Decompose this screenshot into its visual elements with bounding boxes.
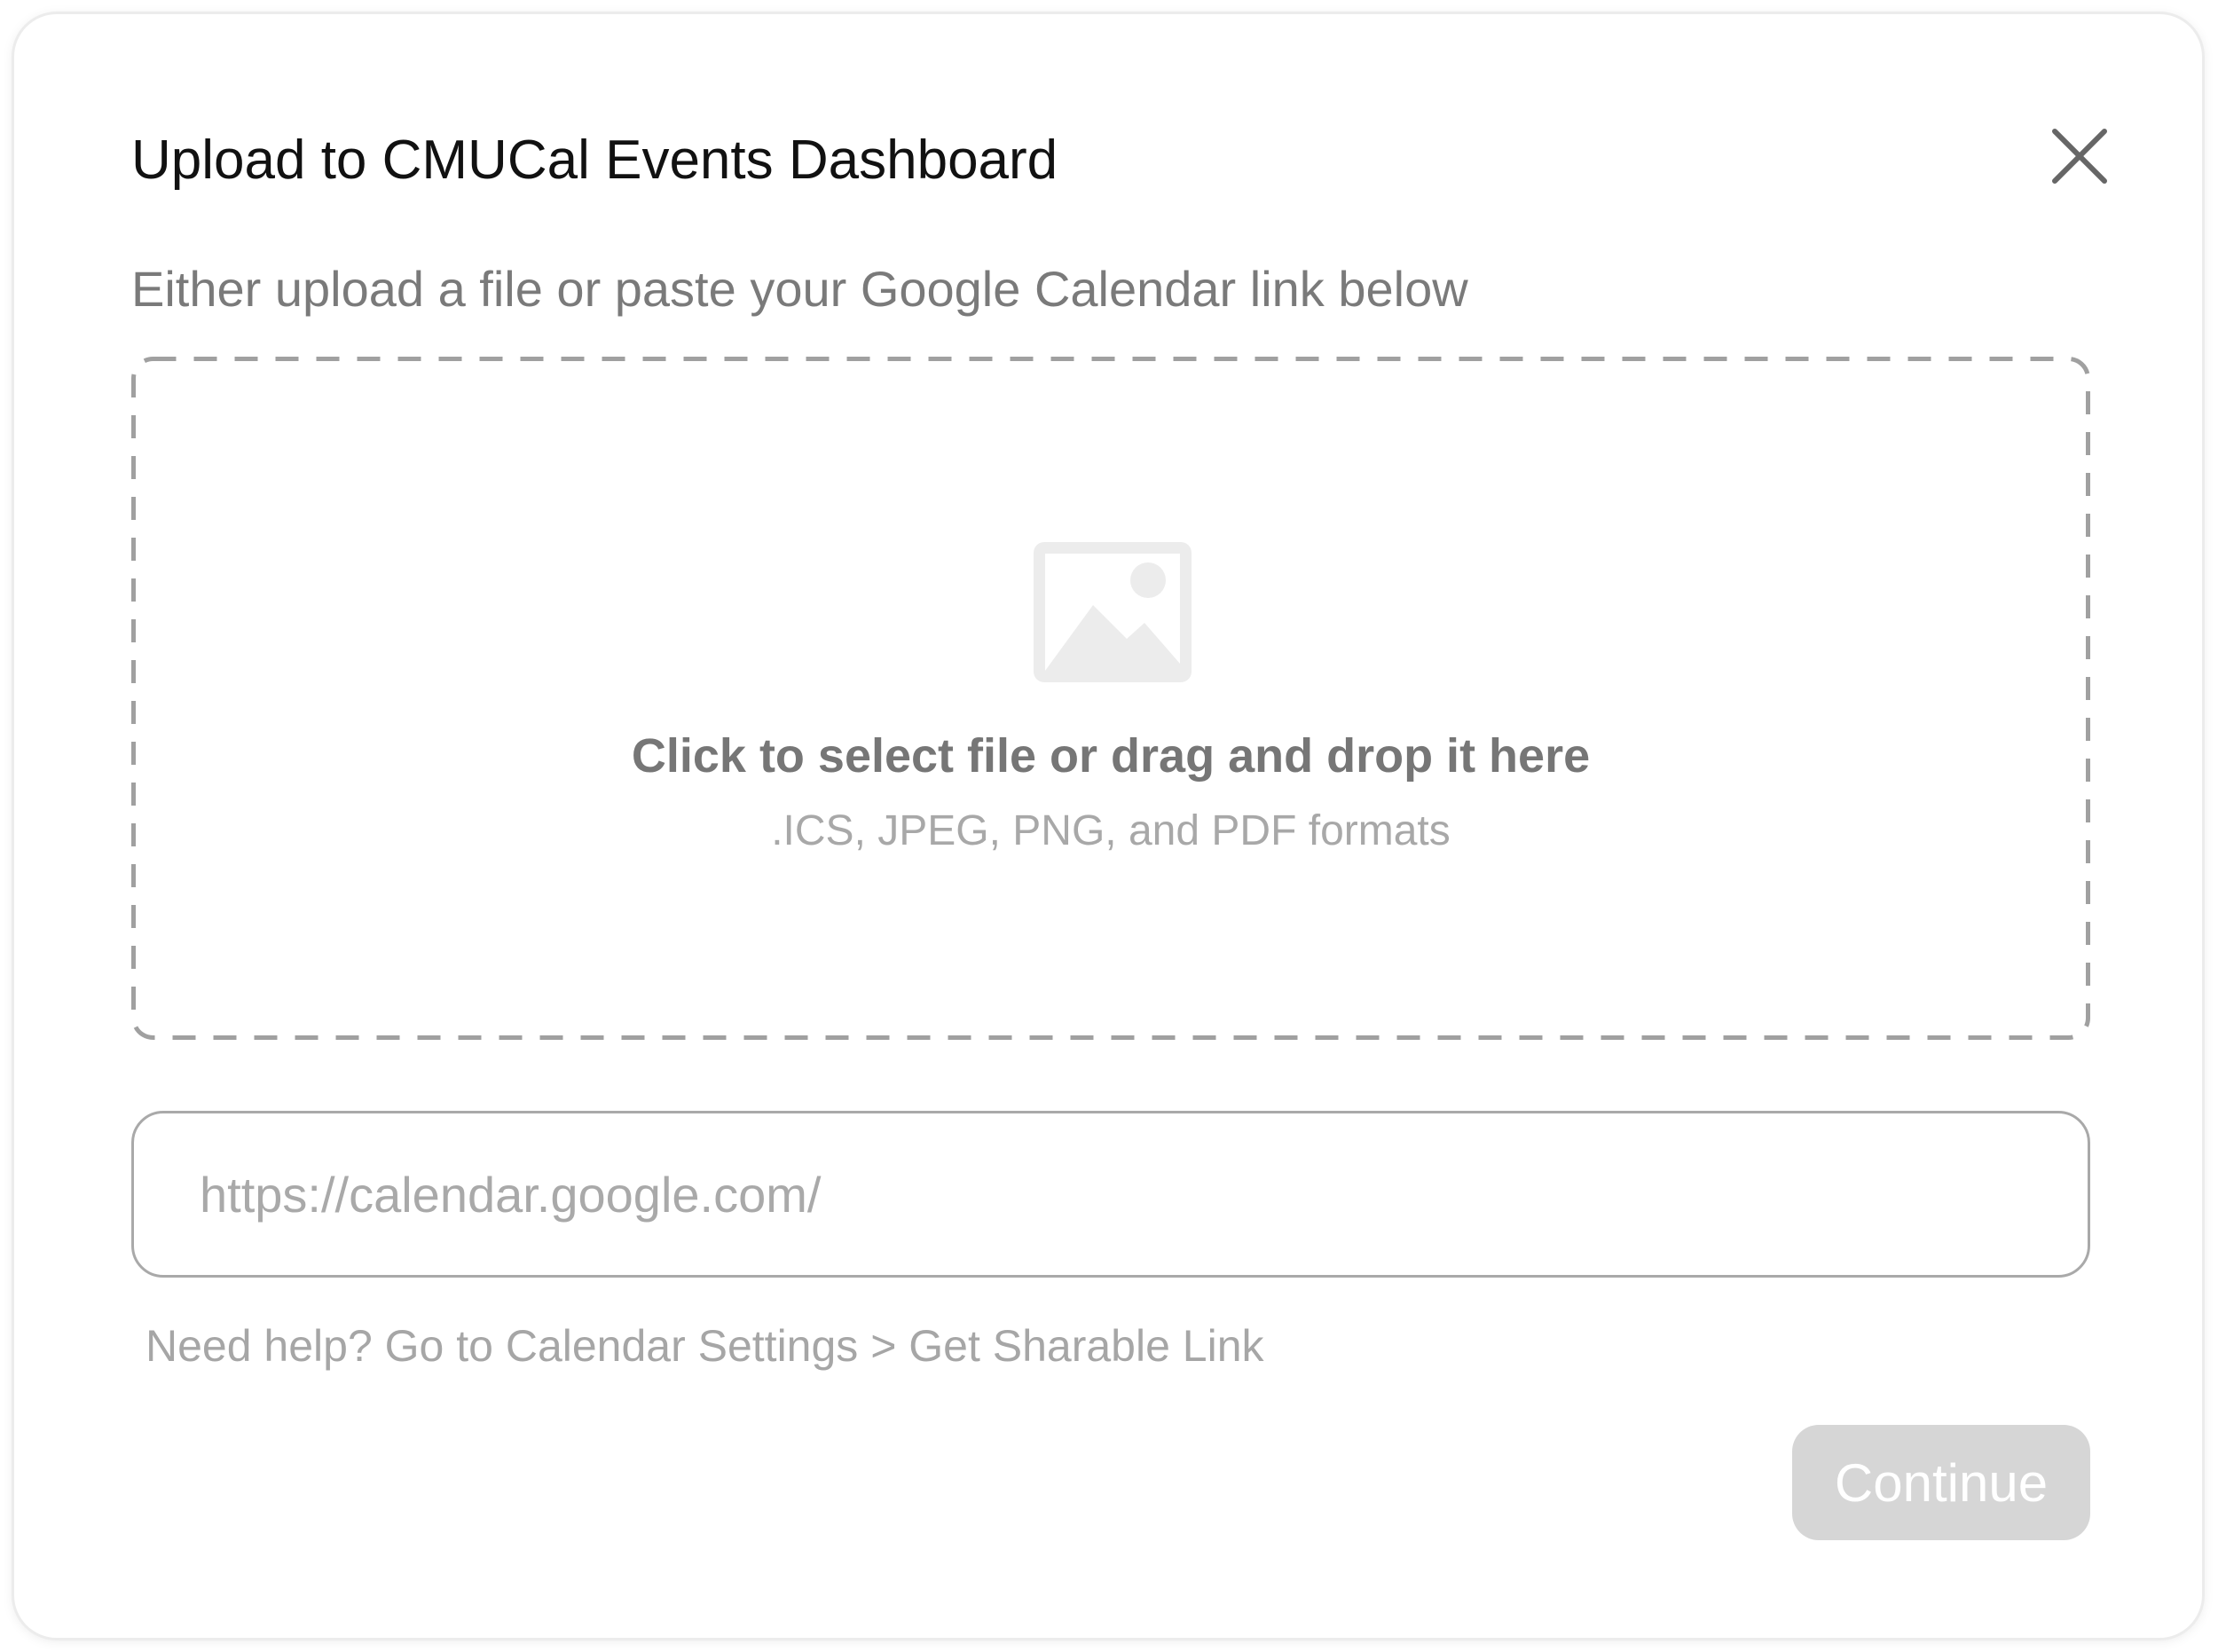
modal-title: Upload to CMUCal Events Dashboard <box>131 130 1058 191</box>
calendar-link-input[interactable] <box>131 1111 2090 1278</box>
image-icon <box>1034 542 1192 682</box>
file-dropzone[interactable]: Click to select file or drag and drop it… <box>131 357 2090 1040</box>
dropzone-formats: .ICS, JPEG, PNG, and PDF formats <box>771 807 1451 854</box>
modal-subtitle: Either upload a file or paste your Googl… <box>131 261 1468 317</box>
continue-button[interactable]: Continue <box>1792 1425 2090 1540</box>
dropzone-instruction: Click to select file or drag and drop it… <box>631 729 1591 783</box>
help-text: Need help? Go to Calendar Settings > Get… <box>146 1321 1264 1371</box>
close-button[interactable] <box>2035 112 2124 201</box>
upload-modal: Upload to CMUCal Events Dashboard Either… <box>14 14 2202 1638</box>
close-icon <box>2052 129 2107 184</box>
dropzone-border <box>131 357 2090 1040</box>
